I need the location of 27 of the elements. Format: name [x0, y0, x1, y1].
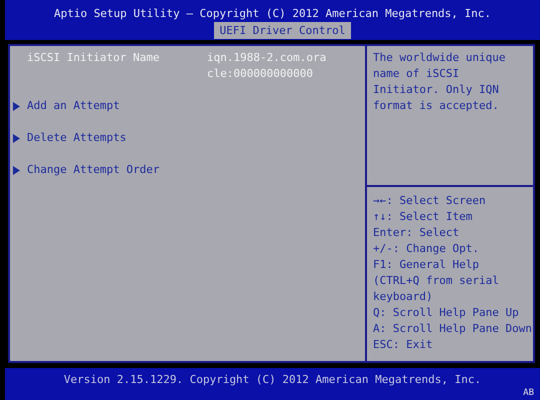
help-text: The worldwide unique — [373, 50, 506, 66]
triangle-icon — [13, 102, 20, 110]
key-help: Enter: Select — [373, 225, 460, 241]
key-help: ↑↓: Select Item — [373, 209, 474, 225]
key-help: Q: Scroll Help Pane Up — [373, 305, 520, 321]
key-help: (CTRL+Q from serial — [373, 273, 500, 289]
setting-value: iqn.1988-2.com.ora — [207, 50, 326, 66]
help-text: Initiator. Only IQN — [373, 82, 500, 98]
submenu-item[interactable]: Add an Attempt — [27, 98, 120, 114]
version-text: Version 2.15.1229. Copyright (C) 2012 American Megatrends, Inc. — [64, 372, 482, 388]
corner-text: AB — [523, 388, 534, 398]
setting-value: cle:000000000000 — [207, 66, 314, 82]
triangle-icon — [13, 134, 20, 142]
setting-label: iSCSI Initiator Name — [27, 50, 160, 66]
key-help: →←: Select Screen — [373, 193, 487, 209]
key-help: F1: General Help — [373, 257, 480, 273]
utility-title: Aptio Setup Utility – Copyright (C) 2012 American Megatrends, Inc. — [54, 6, 492, 22]
help-text: name of iSCSI — [373, 66, 460, 82]
tab[interactable]: UEFI Driver Control — [214, 22, 352, 39]
submenu-item[interactable]: Delete Attempts — [27, 130, 126, 146]
key-help: A: Scroll Help Pane Down — [373, 321, 533, 337]
help-text: format is accepted. — [373, 98, 500, 114]
submenu-item[interactable]: Change Attempt Order — [27, 162, 160, 178]
key-help: keyboard) — [373, 289, 434, 305]
key-help: +/-: Change Opt. — [373, 241, 480, 257]
key-help: ESC: Exit — [373, 337, 434, 353]
triangle-icon — [13, 166, 20, 174]
